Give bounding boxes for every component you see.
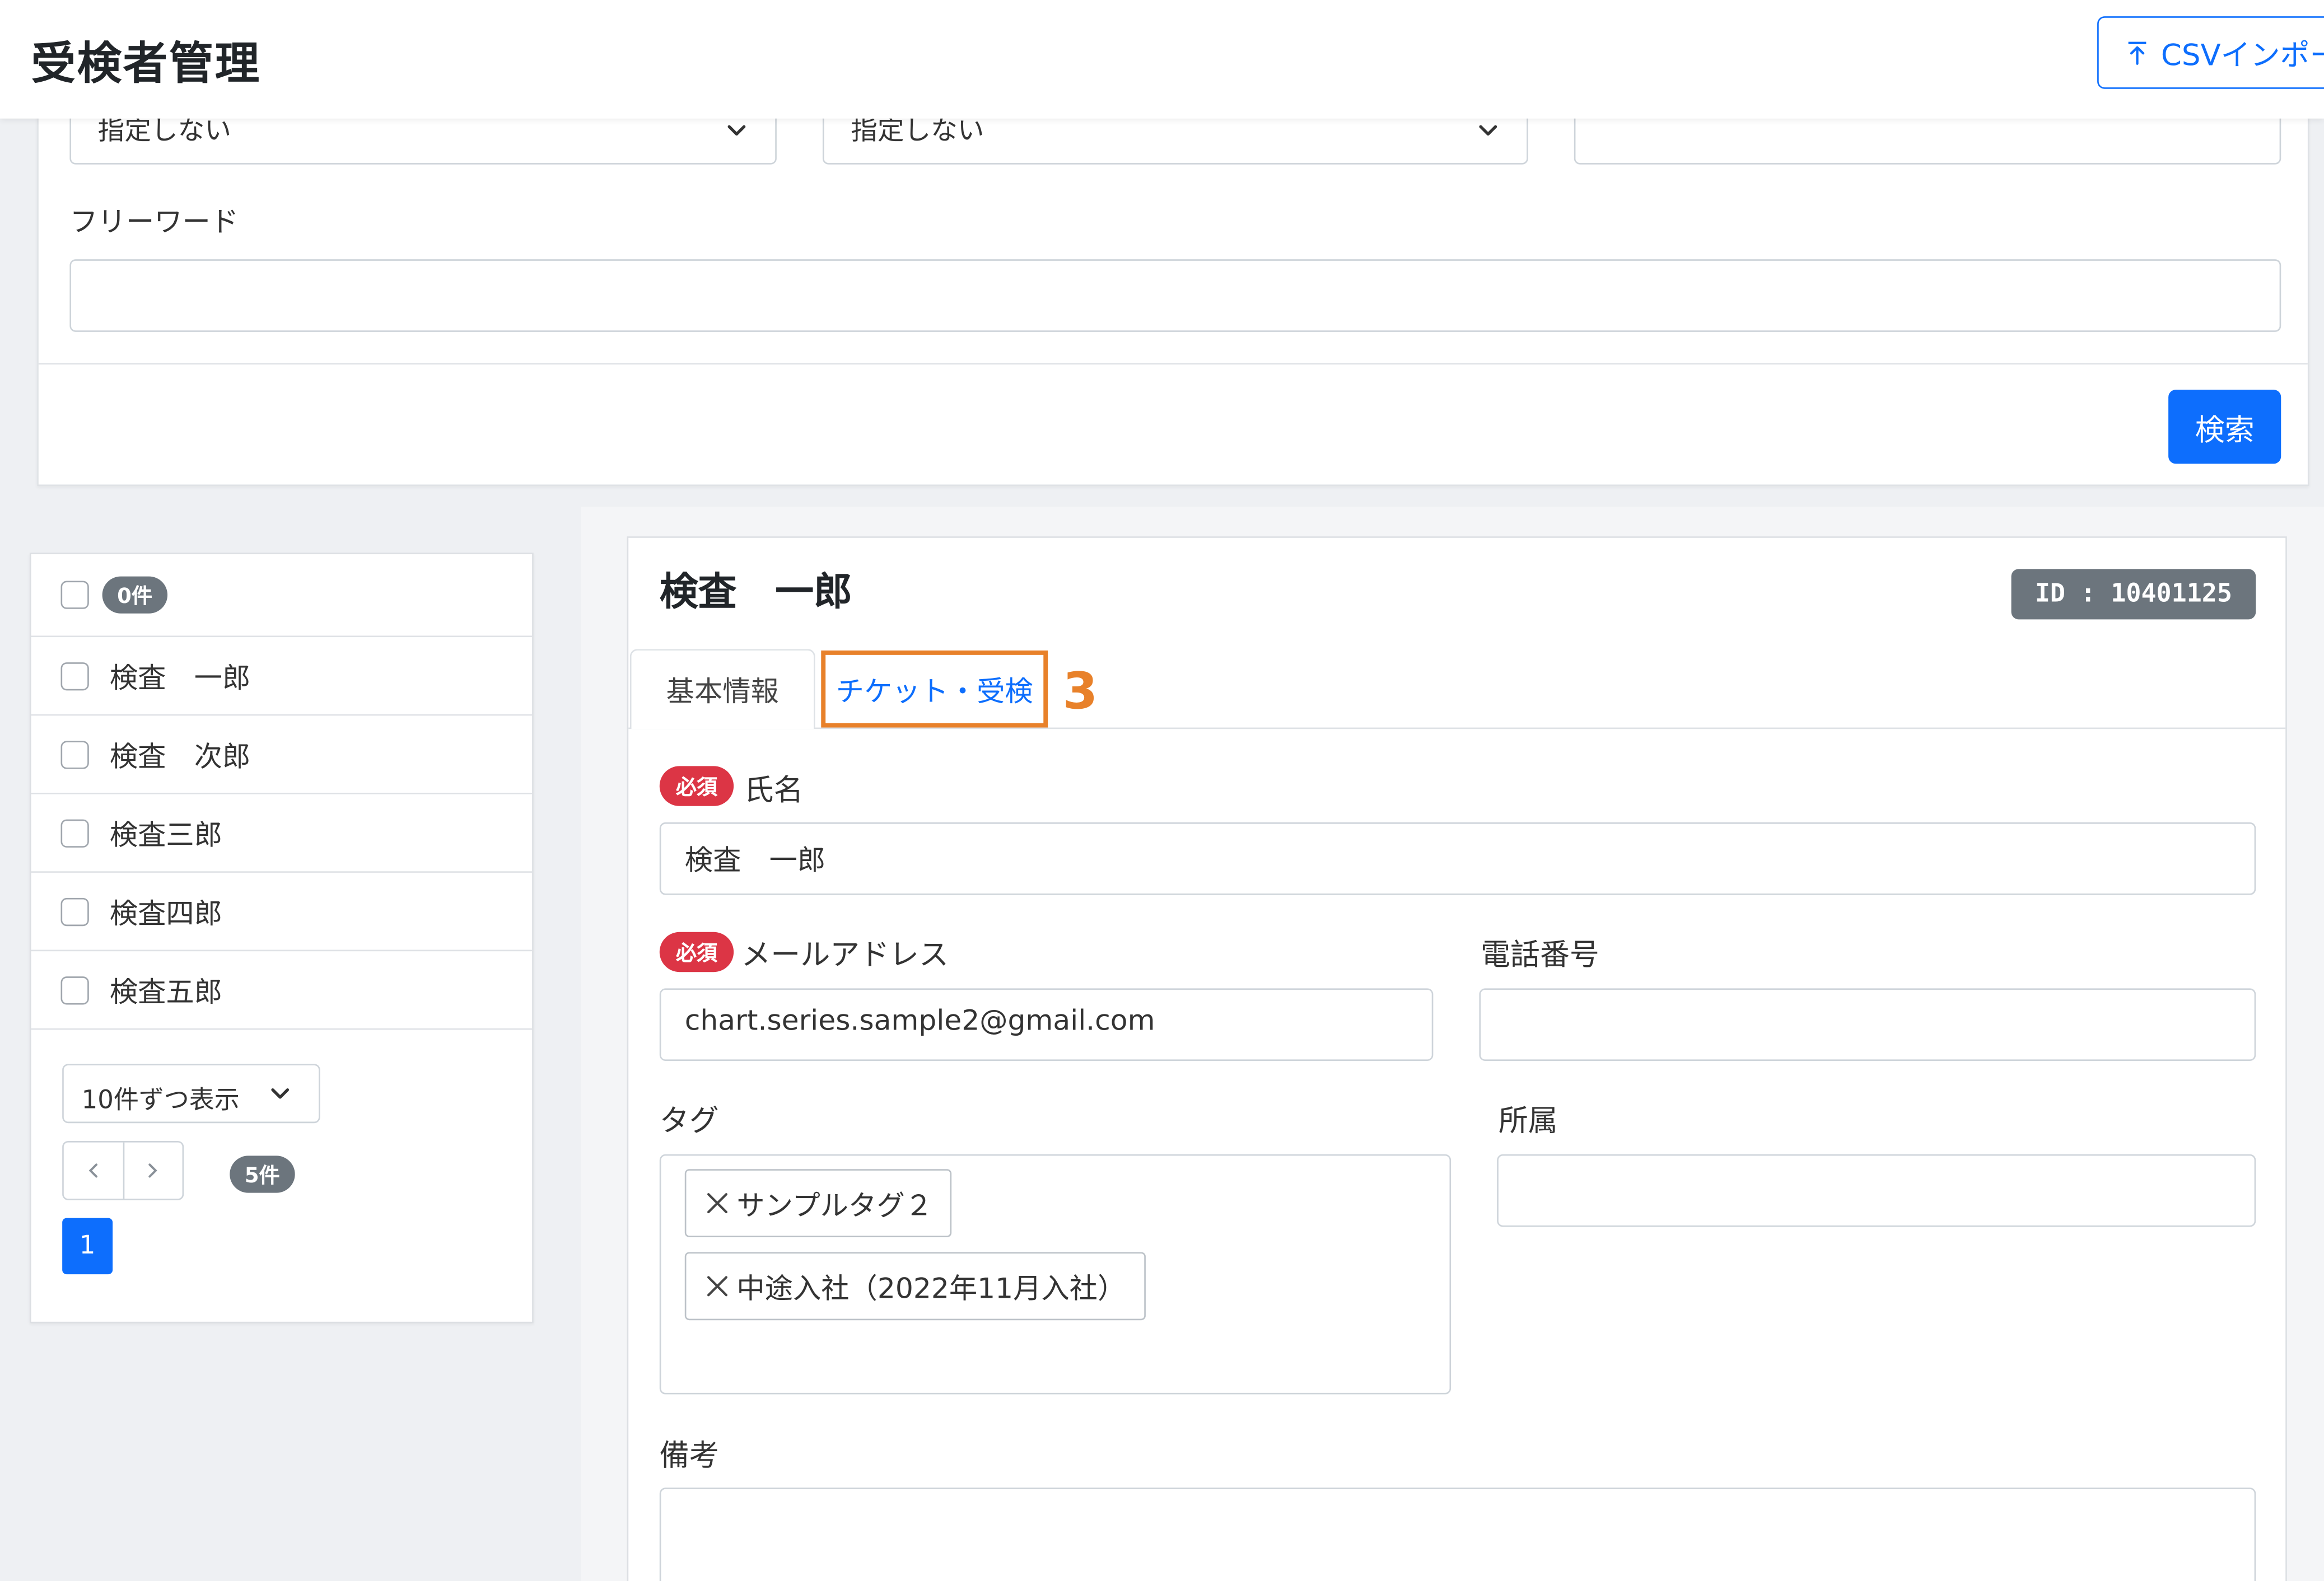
chevron-down-icon xyxy=(271,1088,290,1099)
chevron-down-icon xyxy=(727,125,746,136)
list-item[interactable]: 検査三郎 xyxy=(31,794,533,873)
total-count-badge: 5件 xyxy=(230,1156,295,1193)
list-item[interactable]: 検査 次郎 xyxy=(31,715,533,794)
examinee-list-panel: 0件 検査 一郎 検査 次郎 検査三郎 検査四郎 検査五郎 10件ずつ表示 5件… xyxy=(29,553,534,1323)
csv-import-button[interactable]: CSVインポート xyxy=(2097,16,2324,89)
list-item-name: 検査四郎 xyxy=(109,897,223,931)
search-panel-divider xyxy=(38,363,2308,365)
list-item-name: 検査 一郎 xyxy=(109,662,251,695)
list-item-name: 検査五郎 xyxy=(109,976,223,1009)
tag-chip[interactable]: 中途入社（2022年11月入社） xyxy=(684,1252,1145,1321)
list-item-checkbox[interactable] xyxy=(60,662,89,691)
name-input-value: 検査 一郎 xyxy=(684,844,826,877)
name-input[interactable]: 検査 一郎 xyxy=(659,822,2256,895)
freeword-label: フリーワード xyxy=(69,205,239,239)
affiliation-label: 所属 xyxy=(1498,1102,1558,1138)
list-item-name: 検査三郎 xyxy=(109,819,223,852)
freeword-input[interactable] xyxy=(69,259,2281,332)
list-item-checkbox[interactable] xyxy=(60,976,89,1005)
examinee-id-badge: ID : 10401125 xyxy=(2011,569,2256,620)
csv-import-label: CSVインポート xyxy=(2160,37,2324,73)
selected-count-badge: 0件 xyxy=(102,576,167,614)
email-label: メールアドレス xyxy=(741,936,949,972)
tab-ticket-exam[interactable]: チケット・受検 xyxy=(821,650,1048,728)
next-page-button[interactable] xyxy=(122,1142,182,1199)
list-item-checkbox[interactable] xyxy=(60,741,89,769)
chevron-down-icon xyxy=(1479,125,1497,136)
email-input[interactable]: chart.series.sample2@gmail.com xyxy=(659,988,1434,1061)
required-badge: 必須 xyxy=(659,766,734,806)
required-badge: 必須 xyxy=(659,932,734,972)
close-icon[interactable] xyxy=(704,1190,731,1217)
examinee-detail-panel: 検査 一郎 ID : 10401125 基本情報 チケット・受検 3 必須 氏名… xyxy=(627,536,2287,1581)
prev-page-button[interactable] xyxy=(64,1143,123,1199)
per-page-value: 10件ずつ表示 xyxy=(81,1086,240,1116)
page-1-button[interactable]: 1 xyxy=(62,1218,113,1275)
notes-label: 備考 xyxy=(659,1437,719,1473)
tab-basic-info[interactable]: 基本情報 xyxy=(629,649,815,729)
per-page-select[interactable]: 10件ずつ表示 xyxy=(62,1064,320,1124)
upload-icon xyxy=(2128,41,2146,64)
tag-chip[interactable]: サンプルタグ２ xyxy=(684,1169,953,1237)
affiliation-input[interactable] xyxy=(1497,1154,2256,1227)
list-item-name: 検査 次郎 xyxy=(109,741,251,774)
app-window: 指定しない 指定しない フリーワード 検索 受検者管理 CSVインポート xyxy=(0,0,2324,1581)
email-input-value: chart.series.sample2@gmail.com xyxy=(684,1004,1155,1037)
tab-divider xyxy=(628,727,2286,729)
list-item[interactable]: 検査四郎 xyxy=(31,873,533,952)
list-item-checkbox[interactable] xyxy=(60,897,89,927)
search-panel: 指定しない 指定しない フリーワード 検索 xyxy=(37,102,2309,487)
notes-textarea[interactable] xyxy=(659,1488,2256,1581)
search-button[interactable]: 検索 xyxy=(2168,390,2281,464)
tag-chip-label: 中途入社（2022年11月入社） xyxy=(736,1272,1126,1305)
page-title: 受検者管理 xyxy=(31,38,261,91)
list-item[interactable]: 検査五郎 xyxy=(31,951,533,1030)
phone-label: 電話番号 xyxy=(1481,936,1599,972)
chevron-right-icon xyxy=(148,1163,158,1178)
tags-label: タグ xyxy=(659,1102,719,1138)
select-all-checkbox[interactable] xyxy=(60,581,89,609)
step-number-marker: 3 xyxy=(1062,662,1098,722)
chevron-left-icon xyxy=(88,1163,97,1178)
close-icon[interactable] xyxy=(704,1273,731,1300)
examinee-name-heading: 検査 一郎 xyxy=(659,570,852,615)
pagination-arrows xyxy=(62,1140,184,1200)
list-item-checkbox[interactable] xyxy=(60,819,89,848)
page-header: 受検者管理 CSVインポート xyxy=(0,0,2324,119)
name-label: 氏名 xyxy=(744,771,804,808)
list-item[interactable]: 検査 一郎 xyxy=(31,637,533,716)
phone-input[interactable] xyxy=(1479,988,2256,1061)
tags-input[interactable]: サンプルタグ２ 中途入社（2022年11月入社） xyxy=(659,1154,1452,1395)
tag-chip-label: サンプルタグ２ xyxy=(736,1189,933,1222)
list-header-row: 0件 xyxy=(31,554,533,638)
